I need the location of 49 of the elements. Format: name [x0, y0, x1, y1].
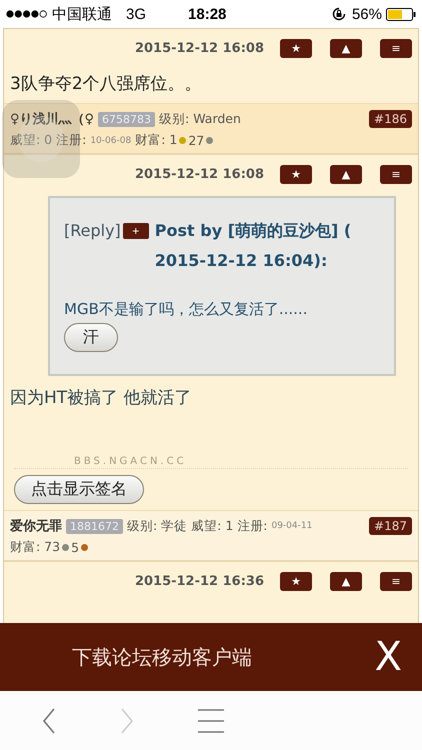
carrier-name: 中国联通	[52, 4, 112, 24]
post-action-button[interactable]: ★	[280, 39, 312, 58]
post-action-button[interactable]: ≡	[380, 165, 412, 184]
floor-badge: #186	[369, 110, 412, 128]
network-type: 3G	[126, 6, 146, 22]
post-action-button[interactable]: ★	[280, 165, 312, 184]
post-time: 2015-12-12 16:08	[134, 41, 264, 56]
user-stat: 财富: 73	[10, 539, 60, 556]
battery-icon	[386, 8, 416, 20]
user-stat: 27	[188, 133, 204, 148]
reply-link[interactable]: [Reply]	[64, 216, 121, 246]
quote-title: Post by [萌萌的豆沙包] ( 2015-12-12 16:04):	[154, 220, 352, 272]
show-signature-button[interactable]: 点击显示签名	[14, 475, 144, 504]
post-time: 2015-12-12 16:36	[134, 574, 264, 589]
user-id-badge: 1881672	[66, 518, 123, 534]
post-action-button[interactable]: ≡	[380, 39, 412, 58]
user-name[interactable]: ♀り浅川灬（♀	[10, 110, 94, 128]
floor-badge: #187	[369, 517, 412, 535]
close-button[interactable]: X	[374, 634, 402, 680]
post-action-button[interactable]: ▲	[330, 39, 362, 58]
register-date: 09-04-11	[271, 521, 312, 531]
expand-button[interactable]: +	[122, 223, 149, 239]
post-action-button[interactable]: ★	[280, 572, 312, 591]
post-text: 因为HT被搞了 他就活了	[10, 388, 192, 408]
user-stat: 级别: 学徒 威望: 1 注册:	[127, 518, 268, 534]
forum-mark: BBS.NGACN.CC	[74, 456, 187, 467]
user-stat: 级别: Warden	[159, 110, 241, 128]
post-action-button[interactable]: ≡	[380, 572, 412, 591]
quote-text: MGB不是输了吗，怎么又复活了......	[64, 300, 308, 319]
clock-time: 18:28	[188, 6, 226, 22]
user-stat: 5	[71, 540, 80, 555]
banner-text: 下载论坛移动客户端	[72, 644, 252, 670]
download-banner[interactable]: 下载论坛移动客户端 X	[0, 623, 422, 691]
assistive-touch-button[interactable]	[2, 100, 80, 178]
user-name[interactable]: 爱你无罪	[10, 517, 62, 535]
back-icon[interactable]	[42, 708, 56, 734]
signal-icon	[6, 10, 48, 18]
user-id-badge: 6758783	[98, 112, 156, 126]
post-action-button[interactable]: ▲	[330, 165, 362, 184]
rotation-lock-icon	[332, 7, 346, 21]
post-action-button[interactable]: ▲	[330, 572, 362, 591]
user-stat: 威望: 0 注册:	[10, 132, 86, 149]
emoticon-button[interactable]: 汗	[64, 323, 118, 352]
menu-icon[interactable]	[198, 709, 224, 733]
post-text: 3队争夺2个八强席位。。	[10, 74, 202, 94]
user-stat: 财富: 1	[135, 132, 178, 149]
register-date: 10-06-08	[90, 136, 132, 146]
post-time: 2015-12-12 16:08	[134, 167, 264, 182]
battery-percent: 56%	[352, 6, 382, 22]
